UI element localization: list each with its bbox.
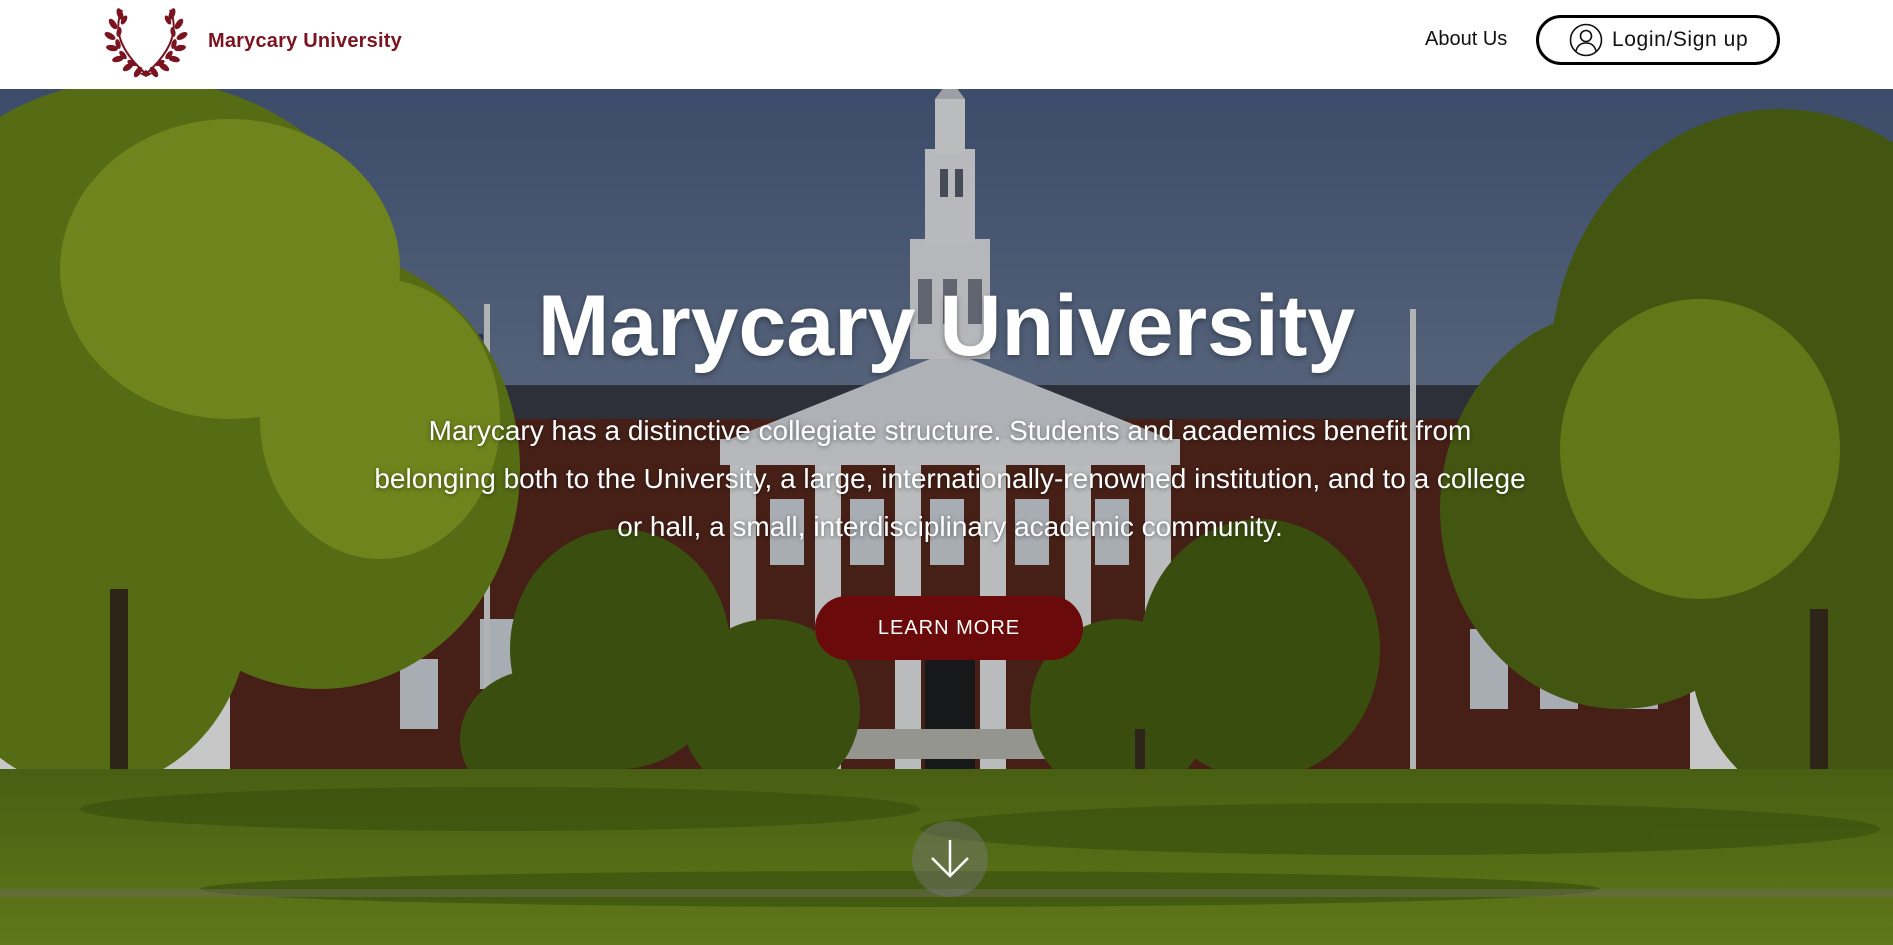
hero-title: Marycary University xyxy=(537,278,1356,374)
hero-description: Marycary has a distinctive collegiate st… xyxy=(374,415,1526,542)
login-signup-button[interactable]: Login/Sign up xyxy=(1536,15,1780,65)
arrow-down-icon xyxy=(931,840,969,878)
laurel-wreath-icon xyxy=(104,8,188,78)
hero-section: Marycary University Marycary has a disti… xyxy=(0,89,1893,945)
learn-more-button[interactable]: LEARN MORE xyxy=(815,596,1083,660)
brand-link[interactable]: Marycary University xyxy=(104,4,402,78)
login-signup-label: Login/Sign up xyxy=(1612,28,1749,51)
brand-name: Marycary University xyxy=(208,29,402,52)
top-navbar: Marycary University About Us Login/Sign … xyxy=(0,0,1893,89)
nav-about-us-link[interactable]: About Us xyxy=(1425,28,1507,51)
user-circle-icon xyxy=(1569,23,1603,57)
scroll-down-button[interactable] xyxy=(912,821,988,897)
